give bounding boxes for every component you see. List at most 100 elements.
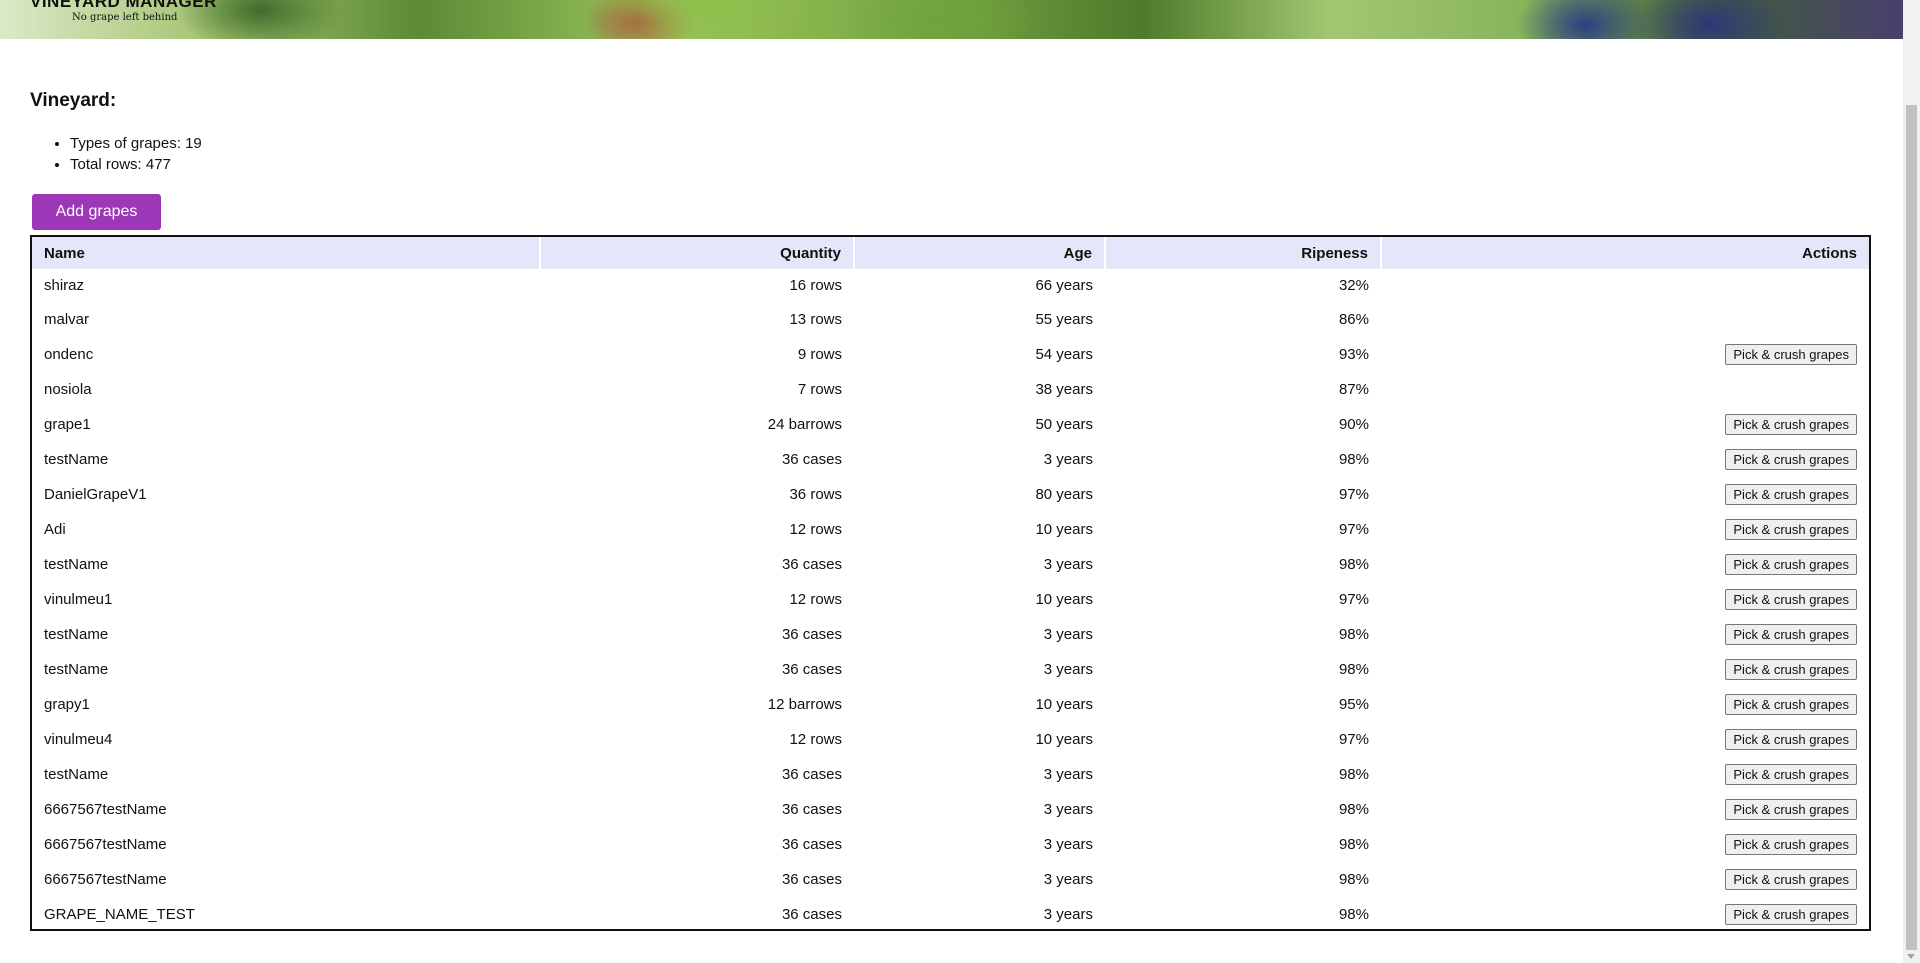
cell-ripeness: 97% xyxy=(1338,486,1369,503)
pick-crush-button[interactable]: Pick & crush grapes xyxy=(1725,834,1857,855)
cell-actions: Pick & crush grapes xyxy=(1381,617,1869,652)
pick-crush-button[interactable]: Pick & crush grapes xyxy=(1725,729,1857,750)
cell-actions: Pick & crush grapes xyxy=(1381,442,1869,477)
grapes-table-container: Name Quantity Age Ripeness Actions shira… xyxy=(30,235,1871,931)
cell-age: 66 years xyxy=(1035,277,1093,294)
cell-actions: Pick & crush grapes xyxy=(1381,407,1869,442)
vineyard-stats-list: Types of grapes: 19 Total rows: 477 xyxy=(40,133,202,175)
cell-age: 3 years xyxy=(1043,871,1093,888)
vertical-scrollbar[interactable] xyxy=(1903,0,1920,963)
cell-age: 3 years xyxy=(1043,626,1093,643)
pick-crush-button[interactable]: Pick & crush grapes xyxy=(1725,519,1857,540)
table-body: shiraz 16 rows 66 years 32% malvar 13 rows 55 … xyxy=(32,269,1869,932)
cell-name: grapy1 xyxy=(44,696,90,713)
cell-quantity: 12 barrows xyxy=(767,696,842,713)
table-row: testName 36 cases 3 years 98% Pick & crush g… xyxy=(32,757,1869,792)
cell-actions: Pick & crush grapes xyxy=(1381,792,1869,827)
stat-total-rows: Total rows: 477 xyxy=(70,154,202,175)
pick-crush-button[interactable]: Pick & crush grapes xyxy=(1725,484,1857,505)
cell-name: malvar xyxy=(44,311,90,328)
table-row: 6667567testName 36 cases 3 years 98% Pick & … xyxy=(32,827,1869,862)
table-row: ondenc 9 rows 54 years 93% Pick & crush grap… xyxy=(32,337,1869,372)
cell-name: testName xyxy=(44,766,109,783)
cell-actions: Pick & crush grapes xyxy=(1381,512,1869,547)
cell-actions: Pick & crush grapes xyxy=(1381,757,1869,792)
pick-crush-button[interactable]: Pick & crush grapes xyxy=(1725,554,1857,575)
table-row: vinulmeu1 12 rows 10 years 97% Pick & crush … xyxy=(32,582,1869,617)
cell-actions: Pick & crush grapes xyxy=(1381,722,1869,757)
cell-name: ondenc xyxy=(44,346,94,363)
table-row: testName 36 cases 3 years 98% Pick & crush g… xyxy=(32,442,1869,477)
cell-ripeness: 98% xyxy=(1338,451,1369,468)
cell-ripeness: 97% xyxy=(1338,731,1369,748)
cell-name: grape1 xyxy=(44,416,91,433)
pick-crush-button[interactable]: Pick & crush grapes xyxy=(1725,694,1857,715)
pick-crush-button[interactable]: Pick & crush grapes xyxy=(1725,904,1857,925)
pick-crush-button[interactable]: Pick & crush grapes xyxy=(1725,414,1857,435)
cell-ripeness: 97% xyxy=(1338,591,1369,608)
cell-actions xyxy=(1381,269,1869,302)
pick-crush-button[interactable]: Pick & crush grapes xyxy=(1725,449,1857,470)
table-row: DanielGrapeV1 36 rows 80 years 97% Pick & cr… xyxy=(32,477,1869,512)
cell-actions: Pick & crush grapes xyxy=(1381,477,1869,512)
cell-actions: Pick & crush grapes xyxy=(1381,827,1869,862)
cell-age: 50 years xyxy=(1035,416,1093,433)
cell-name: vinulmeu1 xyxy=(44,591,113,608)
cell-quantity: 36 cases xyxy=(781,871,842,888)
cell-ripeness: 98% xyxy=(1338,626,1369,643)
cell-name: testName xyxy=(44,556,109,573)
table-row: vinulmeu4 12 rows 10 years 97% Pick & crush … xyxy=(32,722,1869,757)
grapes-table: Name Quantity Age Ripeness Actions shira… xyxy=(32,237,1869,932)
page: VINEYARD MANAGER No grape left behind Vi… xyxy=(0,0,1920,963)
cell-actions: Pick & crush grapes xyxy=(1381,652,1869,687)
cell-age: 80 years xyxy=(1035,486,1093,503)
table-row: nosiola 7 rows 38 years 87% xyxy=(32,372,1869,407)
cell-age: 10 years xyxy=(1035,731,1093,748)
header-banner: VINEYARD MANAGER No grape left behind xyxy=(0,0,1903,39)
cell-actions: Pick & crush grapes xyxy=(1381,337,1869,372)
cell-name: 6667567testName xyxy=(44,801,167,818)
cell-actions xyxy=(1381,302,1869,337)
cell-actions: Pick & crush grapes xyxy=(1381,687,1869,722)
cell-quantity: 7 rows xyxy=(797,381,842,398)
cell-quantity: 9 rows xyxy=(797,346,842,363)
cell-actions: Pick & crush grapes xyxy=(1381,547,1869,582)
table-row: malvar 13 rows 55 years 86% xyxy=(32,302,1869,337)
cell-name: GRAPE_NAME_TEST xyxy=(44,906,195,923)
cell-quantity: 36 cases xyxy=(781,766,842,783)
column-header-ripeness: Ripeness xyxy=(1105,237,1382,269)
cell-actions: Pick & crush grapes xyxy=(1381,862,1869,897)
table-row: testName 36 cases 3 years 98% Pick & crush g… xyxy=(32,547,1869,582)
pick-crush-button[interactable]: Pick & crush grapes xyxy=(1725,764,1857,785)
add-grapes-button[interactable]: Add grapes xyxy=(32,194,161,230)
scroll-down-arrow-icon[interactable] xyxy=(1907,954,1915,959)
cell-quantity: 36 cases xyxy=(781,451,842,468)
pick-crush-button[interactable]: Pick & crush grapes xyxy=(1725,869,1857,890)
cell-age: 10 years xyxy=(1035,591,1093,608)
pick-crush-button[interactable]: Pick & crush grapes xyxy=(1725,589,1857,610)
cell-quantity: 36 cases xyxy=(781,626,842,643)
cell-age: 55 years xyxy=(1035,311,1093,328)
cell-quantity: 12 rows xyxy=(789,521,842,538)
stat-grape-types: Types of grapes: 19 xyxy=(70,133,202,154)
table-row: grapy1 12 barrows 10 years 95% Pick & crush … xyxy=(32,687,1869,722)
cell-ripeness: 98% xyxy=(1338,766,1369,783)
cell-ripeness: 98% xyxy=(1338,661,1369,678)
brand: VINEYARD MANAGER No grape left behind xyxy=(30,0,217,23)
pick-crush-button[interactable]: Pick & crush grapes xyxy=(1725,344,1857,365)
cell-age: 3 years xyxy=(1043,801,1093,818)
cell-quantity: 36 cases xyxy=(781,801,842,818)
scrollbar-thumb[interactable] xyxy=(1906,105,1917,950)
pick-crush-button[interactable]: Pick & crush grapes xyxy=(1725,624,1857,645)
vineyard-heading: Vineyard: xyxy=(30,90,117,111)
table-row: Adi 12 rows 10 years 97% Pick & crush grapes xyxy=(32,512,1869,547)
cell-ripeness: 95% xyxy=(1338,696,1369,713)
column-header-age: Age xyxy=(854,237,1106,269)
pick-crush-button[interactable]: Pick & crush grapes xyxy=(1725,659,1857,680)
pick-crush-button[interactable]: Pick & crush grapes xyxy=(1725,799,1857,820)
column-header-actions: Actions xyxy=(1381,237,1869,269)
cell-ripeness: 97% xyxy=(1338,521,1369,538)
cell-ripeness: 87% xyxy=(1338,381,1369,398)
column-header-quantity: Quantity xyxy=(540,237,855,269)
cell-ripeness: 98% xyxy=(1338,556,1369,573)
